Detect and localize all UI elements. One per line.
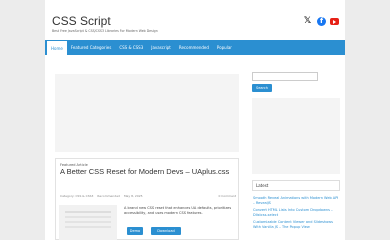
ad-placeholder: [55, 74, 239, 152]
article-category[interactable]: Category: CSS & CSS3: [60, 194, 93, 198]
site-tagline: Best Free JavaScript & CSS/CSS3 Librarie…: [52, 29, 158, 33]
download-button[interactable]: Download: [151, 227, 181, 235]
demo-button[interactable]: Demo: [127, 227, 143, 235]
article-title[interactable]: A Better CSS Reset for Modern Devs – UAp…: [60, 167, 236, 176]
latest-list: Smooth Reveal Animations with Modern Web…: [253, 196, 341, 232]
article-comments[interactable]: 0 Comment: [218, 194, 236, 198]
article-meta: Category: CSS & CSS3 Recommended May 8, …: [60, 194, 236, 198]
nav-item-javascript[interactable]: Javascript: [147, 40, 175, 55]
nav-item-css[interactable]: CSS & CSS3: [115, 40, 147, 55]
sidebar-ad-placeholder: [252, 98, 340, 174]
x-icon[interactable]: 𝕏: [303, 17, 312, 26]
nav-item-popular[interactable]: Popular: [213, 40, 236, 55]
nav-item-featured-categories[interactable]: Featured Categories: [67, 40, 116, 55]
latest-title: Latest: [256, 183, 269, 188]
facebook-icon[interactable]: f: [317, 17, 326, 26]
site-title[interactable]: CSS Script: [52, 14, 111, 28]
latest-item[interactable]: Smooth Reveal Animations with Modern Web…: [253, 196, 341, 206]
article-date: May 8, 2025: [123, 194, 143, 198]
page: CSS Script Best Free JavaScript & CSS/CS…: [0, 0, 390, 240]
nav-item-recommended[interactable]: Recommended: [175, 40, 213, 55]
article-tag-recommended[interactable]: Recommended: [97, 194, 120, 198]
youtube-icon[interactable]: [330, 18, 339, 25]
search-button[interactable]: Search: [252, 84, 272, 92]
main-nav: Home Featured Categories CSS & CSS3 Java…: [45, 40, 345, 55]
article-excerpt: A brand new CSS reset that enhances UA d…: [124, 206, 232, 215]
latest-item[interactable]: Customizable Content Viewer and Slidesho…: [253, 220, 341, 230]
search-input[interactable]: [252, 72, 318, 81]
article-thumbnail[interactable]: [59, 205, 117, 240]
nav-item-home[interactable]: Home: [47, 41, 67, 55]
latest-item[interactable]: Convert HTML Lists Into Custom Dropdowns…: [253, 208, 341, 218]
